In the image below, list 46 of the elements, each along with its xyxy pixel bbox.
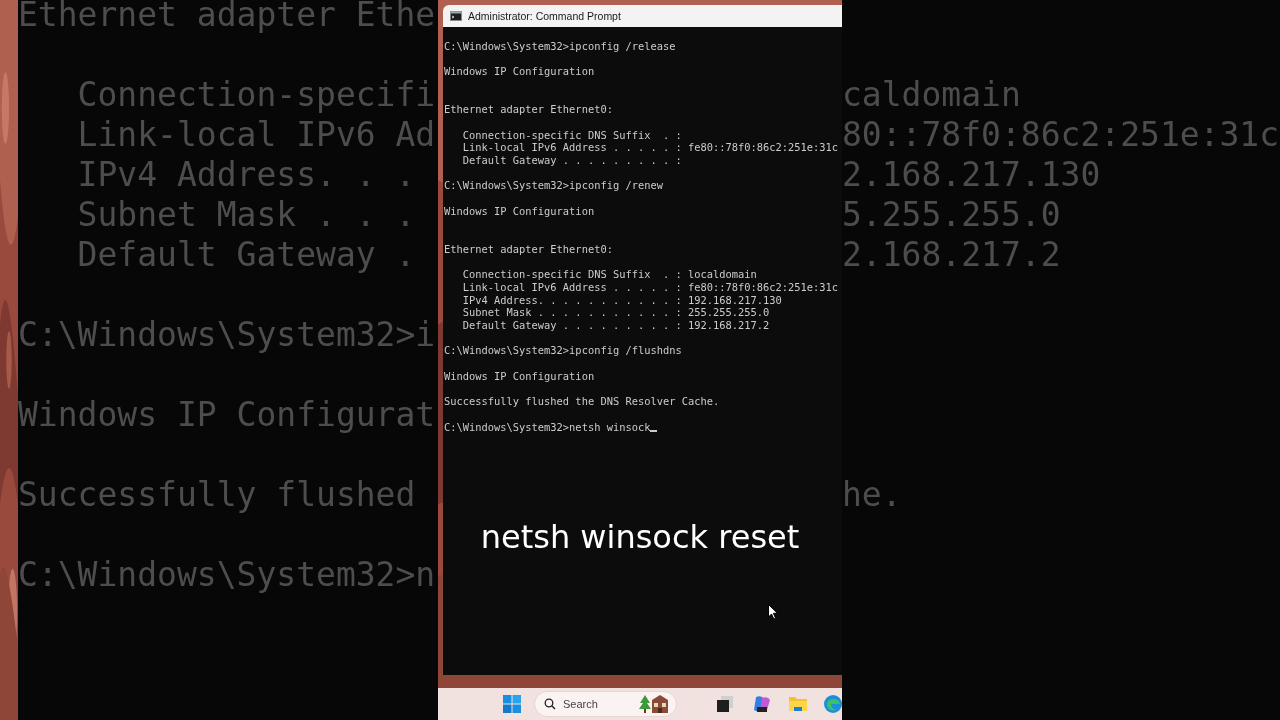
- console-line: Link-local IPv6 Address . . . . . : fe80::78f0:86c2:251e:31c: [461, 141, 839, 154]
- video-caption: netsh winsock reset: [480, 518, 800, 556]
- window-title: Administrator: Command Prompt: [468, 10, 621, 22]
- blurred-console-line: Successfully flushed: [18, 475, 416, 515]
- console-line: Default Gateway . . . . . . . . . :: [461, 153, 682, 167]
- console-line: Default Gateway . . . . . . . . . : 192.168.217.2: [461, 319, 770, 332]
- command-line: C:\Windows\System32>ipconfig /renew: [444, 179, 663, 193]
- console-line: Windows IP Configuration: [444, 369, 595, 383]
- task-view-icon[interactable]: [717, 696, 733, 712]
- console-line: Subnet Mask . . . . . . . . . . . : 255.255.255.0: [461, 306, 770, 320]
- blurred-console-line: 2.168.217.2: [842, 235, 1061, 275]
- console-line: Windows IP Configuration: [444, 65, 595, 78]
- blurred-console-line: caldomain: [842, 75, 1021, 115]
- blurred-console-line: Connection-specifi: [76, 75, 436, 115]
- blurred-console-line: Subnet Mask . . .: [76, 195, 416, 235]
- terminal-icon: [450, 11, 462, 21]
- blurred-console-line: Ethernet adapter Ethe: [18, 0, 436, 35]
- console-line: IPv4 Address. . . . . . . . . . . : 192.168.217.130: [461, 293, 782, 307]
- blurred-console-line: Link-local IPv6 Ad: [76, 115, 436, 155]
- mouse-pointer-icon: [768, 604, 778, 620]
- blurred-console-line: 80::78f0:86c2:251e:31c: [842, 115, 1280, 155]
- console-line: Link-local IPv6 Address . . . . . : fe80::78f0:86c2:251e:31c: [461, 280, 839, 294]
- console-line: Connection-specific DNS Suffix . :: [461, 128, 682, 142]
- blurred-console-line: 2.168.217.130: [842, 155, 1101, 195]
- blurred-console-line: C:\Windows\System32>i: [18, 315, 436, 355]
- console-line: Ethernet adapter Ethernet0:: [444, 242, 613, 256]
- console-line: Successfully flushed the DNS Resolver Cache.: [444, 395, 720, 408]
- console-line: Connection-specific DNS Suffix . : localdomain: [461, 268, 757, 281]
- windows-start-icon[interactable]: [503, 695, 521, 713]
- console-line: Windows IP Configuration: [444, 204, 595, 218]
- blurred-console-line: 5.255.255.0: [842, 195, 1061, 235]
- search-icon: [544, 698, 556, 710]
- search-field[interactable]: Search: [534, 691, 677, 717]
- copilot-icon[interactable]: [753, 695, 771, 713]
- blurred-console-line: Windows IP Configurat: [18, 395, 436, 435]
- blurred-console-line: C:\Windows\System32>n: [18, 555, 436, 595]
- blurred-console-line: Default Gateway .: [76, 235, 416, 275]
- console-line: Ethernet adapter Ethernet0:: [444, 103, 613, 116]
- blurred-console-line: IPv4 Address. . .: [76, 155, 416, 195]
- command-line: C:\Windows\System32>netsh winsock: [444, 420, 651, 434]
- tree-house-icon: [639, 694, 669, 714]
- folder-icon[interactable]: [789, 696, 807, 712]
- command-line: C:\Windows\System32>ipconfig /release: [444, 39, 676, 53]
- command-line: C:\Windows\System32>ipconfig /flushdns: [444, 344, 682, 358]
- blurred-console-line: he.: [842, 475, 902, 515]
- edge-browser-icon[interactable]: [824, 695, 842, 713]
